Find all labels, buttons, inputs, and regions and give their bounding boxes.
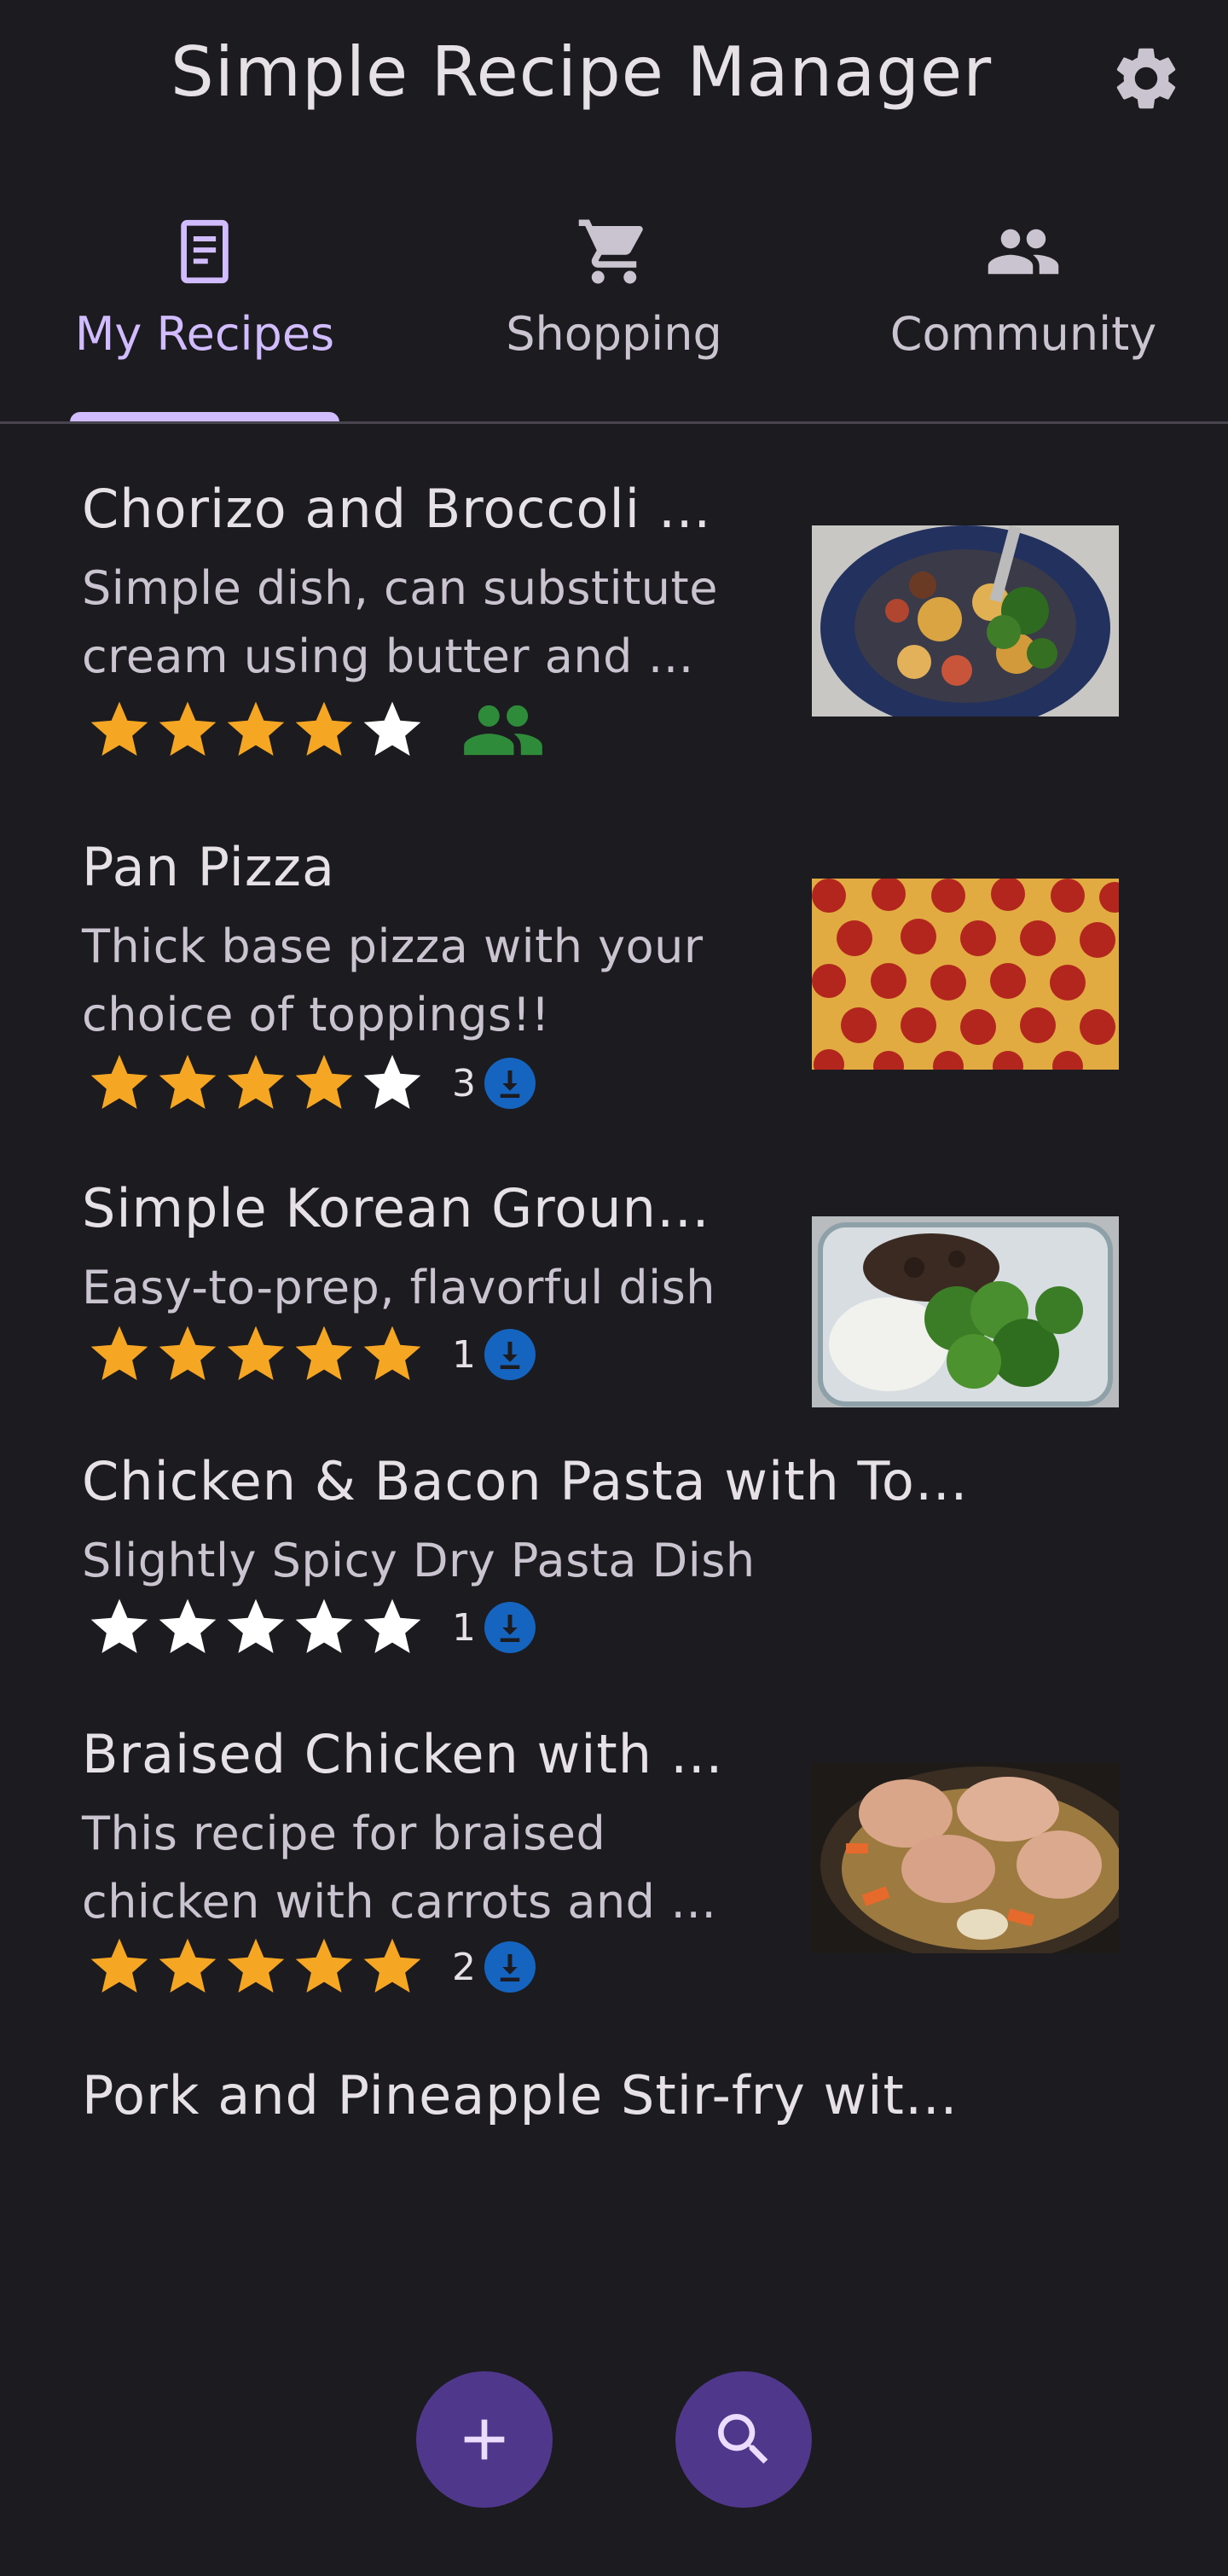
star-icon xyxy=(90,1598,148,1653)
download-count: 1 xyxy=(452,1332,476,1377)
star-icon xyxy=(295,701,353,756)
recipe-description: Easy-to-prep, flavorful dish xyxy=(82,1261,715,1314)
star-icon xyxy=(159,1598,217,1653)
star-icon xyxy=(227,1326,285,1380)
star-icon xyxy=(90,1054,148,1109)
star-icon xyxy=(363,1326,421,1380)
star-rating: 1 xyxy=(85,1320,536,1389)
download-icon xyxy=(484,1329,536,1380)
recipe-document-icon xyxy=(181,219,229,284)
recipe-title: Pork and Pineapple Stir-fry wit… xyxy=(82,2064,959,2126)
star-icon xyxy=(363,701,421,756)
app-bar: Simple Recipe Manager xyxy=(0,0,1228,154)
star-icon xyxy=(363,1598,421,1653)
star-icon xyxy=(90,701,148,756)
braised-chicken-photo xyxy=(812,1762,1119,1953)
tab-shopping[interactable]: Shopping xyxy=(426,196,802,422)
tab-bar: My Recipes Shopping Community xyxy=(0,196,1228,424)
pasta-bowl-photo xyxy=(812,525,1119,717)
people-icon xyxy=(988,229,1059,275)
star-rating xyxy=(85,696,546,764)
star-icon xyxy=(227,701,285,756)
download-icon xyxy=(484,1058,536,1109)
recipe-title: Chicken & Bacon Pasta with To… xyxy=(82,1450,969,1512)
recipe-description: Simple dish, can substitute cream using … xyxy=(82,561,718,683)
tab-community[interactable]: Community xyxy=(836,196,1211,422)
community-icon xyxy=(464,705,542,756)
tab-my-recipes[interactable]: My Recipes xyxy=(17,196,392,422)
recipe-description: Slightly Spicy Dry Pasta Dish xyxy=(82,1534,756,1587)
recipe-title: Pan Pizza xyxy=(82,836,335,898)
star-rating: 2 xyxy=(85,1933,536,2001)
tab-label: My Recipes xyxy=(74,307,335,361)
star-icon xyxy=(295,1054,353,1109)
download-icon xyxy=(484,1941,536,1993)
download-count: 1 xyxy=(452,1605,476,1650)
star-icon xyxy=(90,1326,148,1380)
recipe-title: Chorizo and Broccoli … xyxy=(82,478,712,540)
download-count: 3 xyxy=(452,1061,476,1105)
tab-label: Community xyxy=(889,307,1157,361)
recipe-description: Thick base pizza with your choice of top… xyxy=(82,920,704,1041)
star-icon xyxy=(363,1054,421,1109)
shopping-cart-icon xyxy=(578,219,643,284)
tab-label: Shopping xyxy=(506,307,722,361)
recipe-description: This recipe for braised chicken with car… xyxy=(82,1807,717,1929)
star-icon xyxy=(90,1938,148,1993)
star-rating: 3 xyxy=(85,1049,536,1117)
beef-broccoli-rice-photo xyxy=(812,1216,1119,1407)
gear-icon xyxy=(1116,48,1176,109)
download-count: 2 xyxy=(452,1945,476,1989)
star-icon xyxy=(295,1326,353,1380)
tab-divider xyxy=(0,421,1228,424)
star-rating: 1 xyxy=(85,1593,536,1662)
search-icon xyxy=(718,2414,768,2464)
star-icon xyxy=(227,1054,285,1109)
star-icon xyxy=(159,1054,217,1109)
star-icon xyxy=(159,1326,217,1380)
star-icon xyxy=(295,1598,353,1653)
search-button[interactable] xyxy=(675,2371,812,2508)
add-icon xyxy=(464,2419,505,2460)
star-icon xyxy=(295,1938,353,1993)
app-title: Simple Recipe Manager xyxy=(171,32,993,112)
recipe-title: Braised Chicken with … xyxy=(82,1723,724,1785)
pepperoni-pizza-photo xyxy=(812,879,1119,1070)
settings-button[interactable] xyxy=(1109,41,1184,116)
add-recipe-button[interactable] xyxy=(416,2371,553,2508)
star-icon xyxy=(159,701,217,756)
star-icon xyxy=(227,1938,285,1993)
star-icon xyxy=(159,1938,217,1993)
star-icon xyxy=(363,1938,421,1993)
recipe-title: Simple Korean Groun… xyxy=(82,1177,710,1239)
star-icon xyxy=(227,1598,285,1653)
download-icon xyxy=(484,1602,536,1653)
